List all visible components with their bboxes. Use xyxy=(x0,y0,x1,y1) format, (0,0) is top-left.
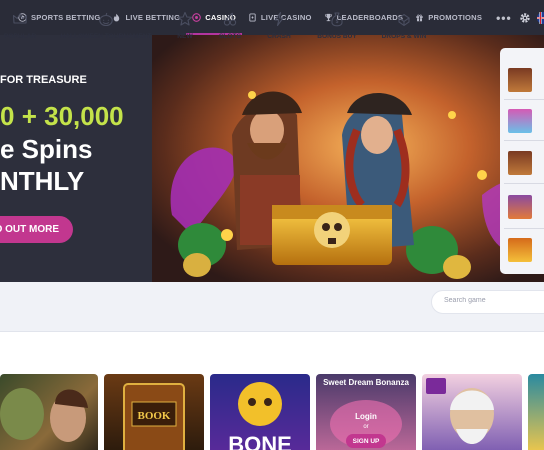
or-separator: or xyxy=(363,424,369,430)
category-label: SLOTS xyxy=(219,32,241,40)
divider xyxy=(504,183,544,184)
lightning-icon xyxy=(274,11,284,26)
category-popular[interactable]: POPULAR xyxy=(0,0,40,50)
category-label: POPULAR xyxy=(3,32,37,40)
more-menu-button[interactable]: ••• xyxy=(488,0,520,35)
game-tile-sweet-dream-bonanza[interactable]: Sweet Dream Bonanza Login or SIGN UP xyxy=(316,374,416,450)
money-bag-icon: $ xyxy=(331,11,343,26)
promo-headline-period: NTHLY xyxy=(0,166,85,196)
search-input[interactable] xyxy=(444,297,534,304)
gear-icon[interactable] xyxy=(519,12,531,24)
promo-amount-part: 0 xyxy=(0,101,15,131)
category-crash[interactable]: CRASH xyxy=(260,0,298,50)
category-halloween-tournament[interactable]: HALLOWEEN TOURNAMENT xyxy=(58,0,154,50)
divider xyxy=(504,140,544,141)
category-label: NEW xyxy=(177,32,193,40)
category-label: HALLOWEEN TOURNAMENT xyxy=(60,32,152,40)
svg-text:BONE: BONE xyxy=(228,432,292,450)
pirate-treasure-illustration xyxy=(152,35,544,282)
category-new[interactable]: NEW xyxy=(166,0,204,50)
cherries-icon xyxy=(223,12,237,26)
game-tile-book-of-dead[interactable]: BOOK xyxy=(104,374,204,450)
category-slots[interactable]: SLOTS xyxy=(211,0,249,50)
svg-text:$: $ xyxy=(336,19,339,25)
winner-game-thumb-2[interactable] xyxy=(508,109,532,133)
promo-amount-bonus: + 30,000 xyxy=(21,101,124,131)
star-icon xyxy=(177,11,193,26)
hero-banner-image[interactable] xyxy=(152,35,544,282)
login-link[interactable]: Login xyxy=(316,412,416,421)
card-icon xyxy=(249,13,256,22)
gift-drop-icon xyxy=(398,13,410,26)
category-label: CRASH xyxy=(267,32,291,40)
book-of-dead-art: BOOK xyxy=(123,383,185,450)
crown-icon xyxy=(12,12,28,24)
category-drops-win[interactable]: DROPS & WIN xyxy=(378,0,430,50)
divider xyxy=(504,228,544,229)
olympus-art xyxy=(426,378,494,444)
game-tile-olympus[interactable] xyxy=(422,374,522,450)
pumpkin-icon xyxy=(99,12,113,26)
winner-game-thumb-5[interactable] xyxy=(508,238,532,262)
promo-headline-spins: e Spins xyxy=(0,134,93,164)
find-out-more-button[interactable]: D OUT MORE xyxy=(0,216,73,243)
divider xyxy=(504,99,544,100)
category-label: DROPS & WIN xyxy=(381,32,427,40)
search-game-field[interactable] xyxy=(431,290,544,314)
game-tile-1[interactable] xyxy=(0,374,98,450)
nav-label: PROMOTIONS xyxy=(428,13,483,22)
category-bonus-buy[interactable]: $ BONUS BUY xyxy=(312,0,362,50)
zombie-game-art xyxy=(0,388,88,442)
winner-game-thumb-4[interactable] xyxy=(508,195,532,219)
winner-game-thumb-3[interactable] xyxy=(508,151,532,175)
game-tile-6[interactable] xyxy=(528,374,544,450)
language-flag-icon[interactable] xyxy=(537,11,544,24)
promo-kicker: FOR TREASURE xyxy=(0,74,87,86)
game-tile-bone[interactable]: BONE xyxy=(210,374,310,450)
promo-headline-amount: 0 + 30,000 xyxy=(0,101,124,132)
svg-text:BOOK: BOOK xyxy=(137,410,170,422)
sign-up-button[interactable]: SIGN UP xyxy=(346,434,386,448)
winner-game-thumb-1[interactable] xyxy=(508,68,532,92)
category-label: BONUS BUY xyxy=(317,32,357,40)
bone-game-art: BONE xyxy=(228,382,292,450)
